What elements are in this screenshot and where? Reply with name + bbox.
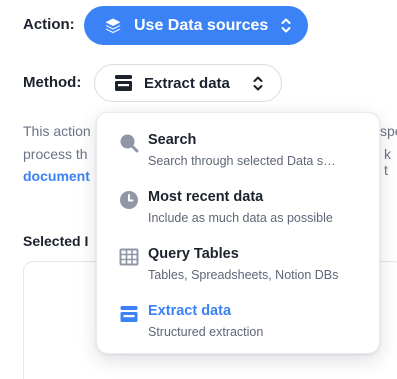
method-select-button[interactable]: Extract data [94,64,282,102]
method-select-value: Extract data [144,74,230,92]
chevron-up-down-icon [252,75,264,92]
menu-item-most-recent-data[interactable]: Most recent data Include as much data as… [97,184,381,236]
description-text-right: spe [380,123,397,139]
menu-item-title: Search [148,132,197,148]
description-text: This action [23,123,91,139]
menu-item-query-tables[interactable]: Query Tables Tables, Spreadsheets, Notio… [97,241,381,293]
menu-item-subtitle: Include as much data as possible [148,211,333,225]
method-label: Method: [23,74,82,91]
magnifier-icon [119,133,139,153]
menu-item-title: Query Tables [148,246,239,262]
chevron-up-down-icon [280,17,292,34]
method-dropdown-menu: Search Search through selected Data s… M… [96,112,380,354]
menu-item-subtitle: Tables, Spreadsheets, Notion DBs [148,268,339,282]
menu-item-title: Extract data [148,303,232,319]
menu-item-subtitle: Search through selected Data s… [148,154,336,168]
menu-item-title: Most recent data [148,189,264,205]
action-label: Action: [23,16,75,33]
description-text-right: k t [384,146,391,178]
tray-icon [114,74,133,92]
menu-item-subtitle: Structured extraction [148,325,264,339]
documentation-link[interactable]: document [23,168,90,184]
table-icon [119,247,139,267]
action-select-button[interactable]: Use Data sources [84,6,308,45]
layers-icon [104,17,122,35]
menu-item-extract-data[interactable]: Extract data Structured extraction [97,298,381,350]
description-text: process th [23,146,88,162]
menu-item-search[interactable]: Search Search through selected Data s… [97,127,381,179]
selected-data-sources-label: Selected I [23,233,89,249]
tray-icon [119,304,139,324]
action-select-value: Use Data sources [134,16,269,34]
clock-icon [119,190,139,210]
